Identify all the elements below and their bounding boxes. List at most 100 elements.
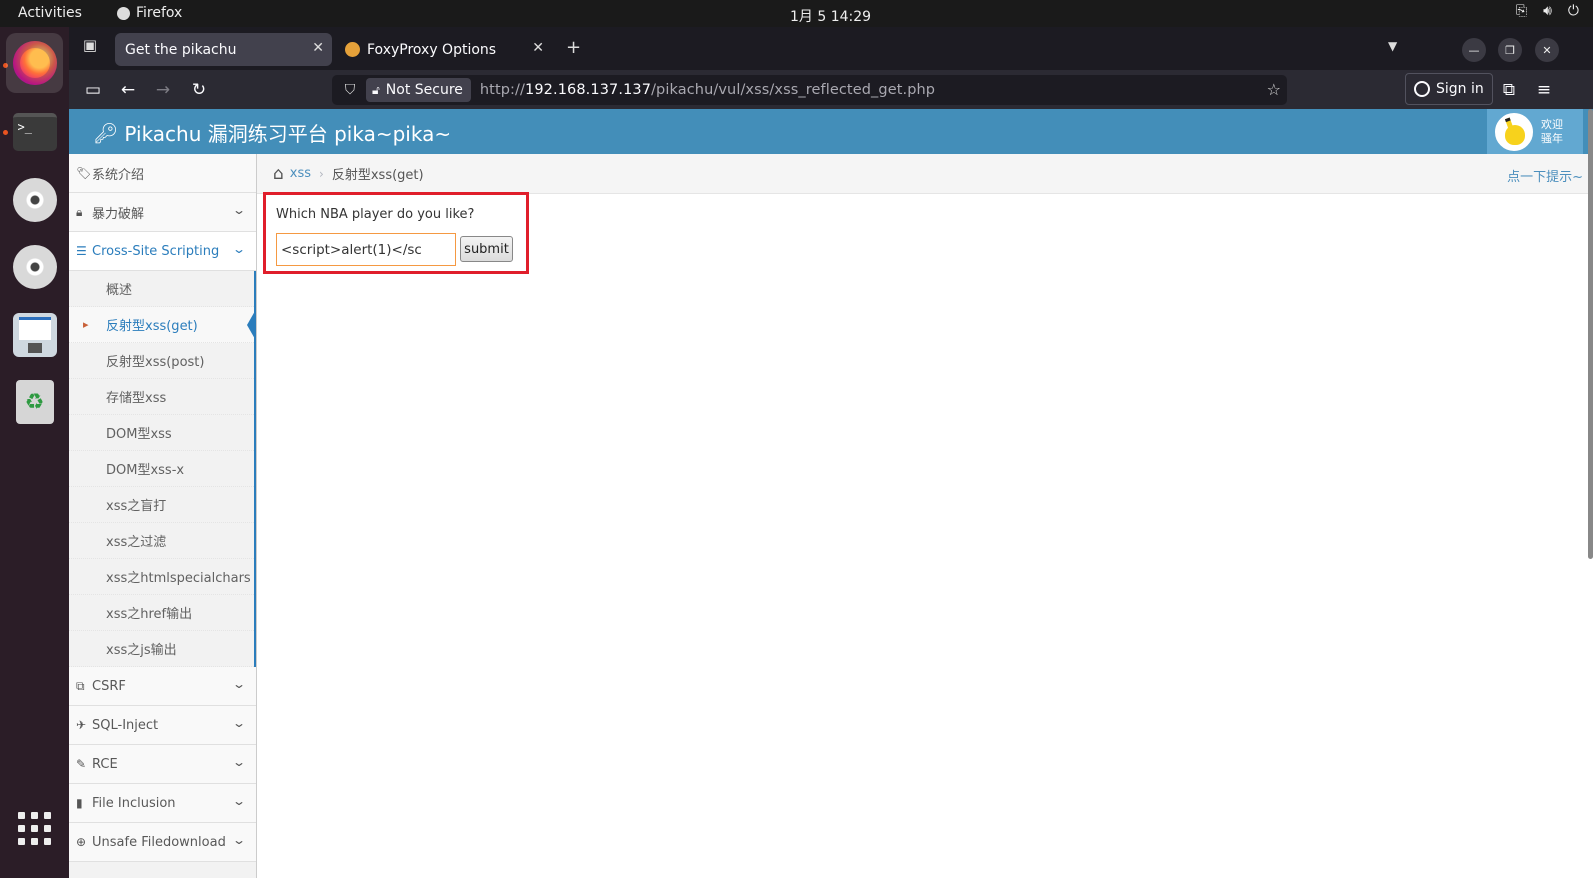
list-icon: ☰ [76, 244, 87, 258]
message-input[interactable] [276, 233, 456, 266]
submenu-item-filter[interactable]: xss之过滤 [69, 523, 254, 559]
submenu-label: 反射型xss(get) [106, 319, 198, 334]
submenu-item-reflected-post[interactable]: 反射型xss(post) [69, 343, 254, 379]
welcome-line-1: 欢迎 [1541, 117, 1563, 131]
chevron-down-icon: ⌄ [231, 755, 247, 769]
close-icon[interactable]: ✕ [532, 40, 544, 56]
user-menu[interactable]: 欢迎 骚年 [1487, 109, 1583, 154]
network-icon: ⎘ [1515, 3, 1528, 19]
submenu-item-htmlspecialchars[interactable]: xss之htmlspecialchars [69, 559, 254, 595]
submenu-label: xss之href输出 [106, 607, 193, 622]
navigation-toolbar: ▭ ← → ↻ ⛉ 🔓︎ Not Secure http://192.168.1… [69, 70, 1593, 109]
maximize-icon[interactable]: ❐ [1498, 38, 1522, 62]
sidebar-item-label: 系统介绍 [92, 167, 145, 183]
tab-get-the-pikachu[interactable]: Get the pikachu ✕ [115, 33, 332, 66]
submenu-item-reflected-get[interactable]: 反射型xss(get) [69, 307, 255, 343]
submenu-item-href[interactable]: xss之href输出 [69, 595, 254, 631]
welcome-line-2: 骚年 [1541, 131, 1563, 145]
tab-title: Get the pikachu [125, 41, 237, 58]
submenu-item-blind[interactable]: xss之盲打 [69, 487, 254, 523]
close-icon[interactable]: ✕ [312, 40, 324, 56]
system-top-bar: Activities Firefox 1月 5 14:29 ⎘ 🔊︎ ⏻ [0, 0, 1593, 27]
insecure-lock-icon: 🔓︎ [372, 82, 380, 97]
show-apps-icon[interactable] [18, 812, 52, 846]
submenu-item-stored[interactable]: 存储型xss [69, 379, 254, 415]
url-text[interactable]: http://192.168.137.137/pikachu/vul/xss/x… [480, 82, 935, 98]
sidebar-item-label: File Inclusion [92, 795, 176, 811]
submenu-label: xss之盲打 [106, 499, 167, 514]
hamburger-menu-icon[interactable]: ≡ [1532, 78, 1556, 102]
sidebar-item-rce[interactable]: ✎ RCE ⌄ [69, 745, 256, 784]
tracking-shield-icon[interactable]: ⛉ [338, 82, 362, 98]
sidebar-item-file-inclusion[interactable]: ▮ File Inclusion ⌄ [69, 784, 256, 823]
fox-icon [345, 42, 360, 57]
sidebar-item-csrf[interactable]: ⧉ CSRF ⌄ [69, 667, 256, 706]
submenu-label: 概述 [106, 283, 133, 298]
dock-firefox[interactable] [6, 33, 63, 93]
submenu-item-dom[interactable]: DOM型xss [69, 415, 254, 451]
site-brand[interactable]: 🔑︎ Pikachu 漏洞练习平台 pika~pika~ [93, 118, 451, 147]
forward-icon[interactable]: → [151, 78, 175, 102]
power-icon: ⏻ [1567, 3, 1579, 19]
back-icon[interactable]: ← [116, 78, 140, 102]
submenu-label: DOM型xss [106, 427, 172, 442]
site-header: 🔑︎ Pikachu 漏洞练习平台 pika~pika~ 欢迎 骚年 [69, 109, 1593, 154]
dock-trash[interactable]: ♻ [6, 372, 63, 432]
firefox-view-icon[interactable]: ▣ [79, 36, 101, 58]
site-security-button[interactable]: 🔓︎ Not Secure [366, 78, 471, 102]
sidebar-item-label: 暴力破解 [92, 206, 145, 222]
xss-form: Which NBA player do you like? submit [263, 192, 529, 274]
lock-icon: 🔒︎ [76, 204, 83, 219]
bookmark-star-icon[interactable]: ☆ [1267, 80, 1281, 99]
disc-icon [12, 245, 57, 289]
dock-save[interactable] [6, 305, 63, 365]
submenu-label: 存储型xss [106, 391, 167, 406]
page-scrollbar[interactable] [1588, 109, 1593, 559]
floppy-icon [12, 313, 57, 357]
submenu-item-dom-x[interactable]: DOM型xss-x [69, 451, 254, 487]
app-menu[interactable]: Firefox [117, 5, 182, 21]
sidebar-toggle-icon[interactable]: ▭ [81, 78, 105, 102]
submenu-item-overview[interactable]: 概述 [69, 271, 254, 307]
tab-foxyproxy-options[interactable]: FoxyProxy Options ✕ [335, 33, 552, 66]
reload-icon[interactable]: ↻ [187, 78, 211, 102]
submenu-label: xss之过滤 [106, 535, 167, 550]
home-icon[interactable]: ⌂ [273, 164, 284, 184]
tag-icon: 🏷︎ [76, 166, 92, 180]
sign-in-button[interactable]: Sign in [1405, 73, 1493, 105]
tab-title: FoxyProxy Options [367, 41, 497, 58]
breadcrumb-link-xss[interactable]: xss [290, 166, 311, 181]
sidebar-item-unsafe-filedownload[interactable]: ⊕ Unsafe Filedownload ⌄ [69, 823, 256, 862]
sidebar-item-intro[interactable]: 🏷︎ 系统介绍 [69, 154, 256, 193]
activities-button[interactable]: Activities [18, 5, 82, 21]
dock-disc-2[interactable] [6, 237, 63, 297]
disc-icon [12, 178, 57, 222]
chevron-down-icon: ⌄ [231, 242, 247, 256]
security-label: Not Secure [385, 82, 463, 98]
account-icon [1414, 81, 1430, 97]
sidebar-item-brute-force[interactable]: 🔒︎ 暴力破解 ⌄ [69, 193, 256, 232]
form-question: Which NBA player do you like? [276, 207, 475, 222]
system-tray[interactable]: ⎘ 🔊︎ ⏻ [1516, 3, 1579, 19]
chevron-down-icon: ⌄ [231, 833, 247, 847]
hint-link[interactable]: 点一下提示~ [1507, 166, 1583, 185]
sidebar-item-label: CSRF [92, 678, 126, 694]
sidebar-item-xss[interactable]: ☰ Cross-Site Scripting ⌄ [69, 232, 256, 271]
file-icon: ▮ [76, 796, 83, 810]
new-tab-button[interactable]: + [566, 37, 581, 58]
close-window-icon[interactable]: ✕ [1535, 38, 1559, 62]
submit-button[interactable]: submit [460, 236, 513, 262]
sidebar-item-sql-inject[interactable]: ✈ SQL-Inject ⌄ [69, 706, 256, 745]
minimize-icon[interactable]: — [1462, 38, 1486, 62]
url-bar[interactable]: ⛉ 🔓︎ Not Secure http://192.168.137.137/p… [332, 75, 1287, 105]
volume-icon: 🔊︎ [1543, 3, 1552, 19]
dock-terminal[interactable]: >_ [6, 102, 63, 162]
submenu-item-js[interactable]: xss之js输出 [69, 631, 254, 667]
breadcrumb-current: 反射型xss(get) [331, 168, 424, 183]
clock[interactable]: 1月 5 14:29 [790, 6, 871, 26]
chevron-down-icon[interactable]: ▼ [1388, 39, 1397, 53]
dock-disc-1[interactable] [6, 170, 63, 230]
url-scheme: http:// [479, 82, 526, 98]
extensions-icon[interactable]: ⧉ [1497, 78, 1521, 102]
chevron-down-icon: ⌄ [231, 203, 247, 217]
